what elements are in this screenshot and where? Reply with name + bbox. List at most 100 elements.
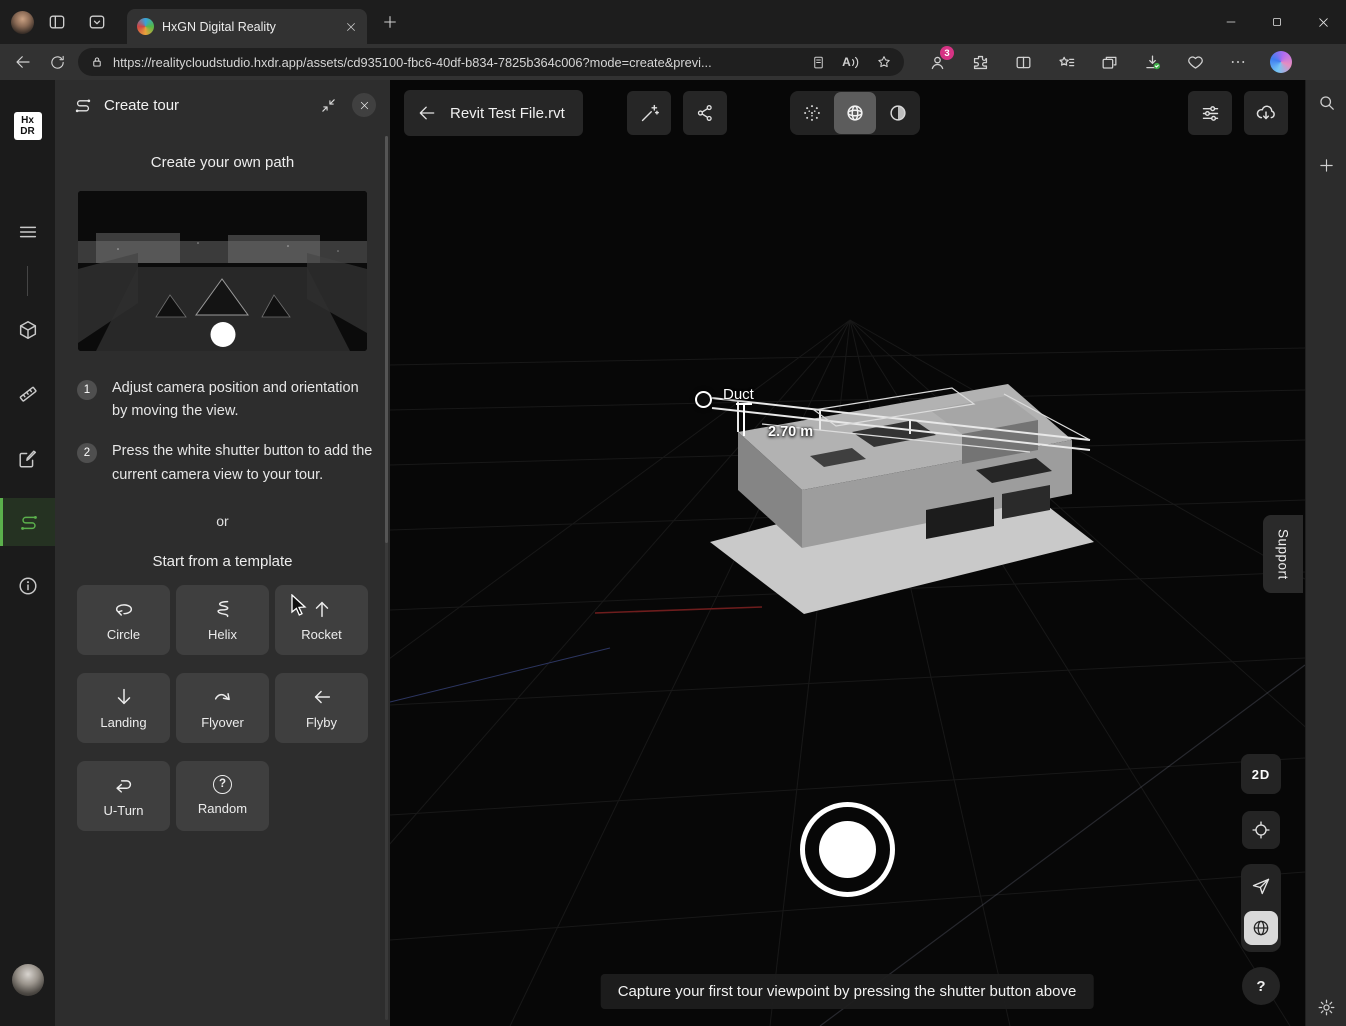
lock-icon [90, 55, 104, 69]
toggle-2d-button[interactable]: 2D [1241, 754, 1281, 794]
panel-scrollbar[interactable] [385, 136, 388, 1020]
maximize-button[interactable] [1254, 0, 1300, 44]
refresh-icon[interactable] [40, 47, 74, 77]
annotation-label[interactable]: Duct [723, 386, 754, 403]
template-circle-button[interactable]: Circle [77, 585, 170, 655]
extension-badge: 3 [940, 46, 954, 60]
template-random-button[interactable]: ? Random [176, 761, 269, 831]
cloud-download-icon [1255, 102, 1277, 124]
copilot-icon[interactable] [1264, 47, 1298, 77]
tour-preview-thumbnail[interactable] [78, 191, 367, 351]
read-aloud-icon[interactable]: A [840, 51, 862, 73]
app-content: HxDR [0, 80, 1346, 1026]
textured-sphere-icon [887, 102, 909, 124]
favorites-icon[interactable] [1049, 47, 1083, 77]
viewport-3d[interactable]: Revit Test File.rvt [390, 80, 1305, 1026]
mode-point-cloud-button[interactable] [791, 92, 834, 134]
collapse-panel-icon[interactable] [315, 92, 341, 118]
share-button[interactable] [683, 91, 727, 135]
browser-profile-avatar[interactable] [11, 11, 34, 34]
sidebar-settings-gear-icon[interactable] [1310, 991, 1342, 1023]
step-1-text: Adjust camera position and orientation b… [112, 377, 374, 423]
extensions-icon[interactable] [963, 47, 997, 77]
globe-view-button[interactable] [1244, 911, 1278, 945]
sidebar-item-assets[interactable] [8, 310, 48, 350]
address-bar[interactable]: https://realitycloudstudio.hxdr.app/asse… [78, 48, 904, 76]
favorite-star-icon[interactable] [876, 54, 892, 70]
arrow-up-icon [311, 598, 333, 620]
hamburger-icon [17, 221, 39, 243]
annotation-anchor[interactable] [695, 391, 712, 408]
support-tab[interactable]: Support [1263, 515, 1303, 593]
template-landing-button[interactable]: Landing [77, 673, 170, 743]
view-settings-button[interactable] [1188, 91, 1232, 135]
sidebar-divider [27, 266, 28, 296]
point-cloud-icon [801, 102, 823, 124]
locate-button[interactable] [1242, 811, 1280, 849]
arrow-left-icon [311, 686, 333, 708]
edge-sidebar-strip [1305, 80, 1346, 1026]
user-avatar[interactable] [12, 964, 44, 996]
tab-actions-icon[interactable] [80, 5, 114, 39]
measurement-label: 2.70 m [768, 424, 813, 440]
mode-textured-button[interactable] [876, 92, 919, 134]
sidebar-item-measure[interactable] [8, 374, 48, 414]
window-controls [1208, 0, 1346, 44]
tab-close-icon[interactable] [341, 17, 361, 37]
sidebar-add-icon[interactable] [1310, 149, 1342, 181]
template-rocket-button[interactable]: Rocket [275, 585, 368, 655]
tab-title: HxGN Digital Reality [162, 20, 333, 34]
viewport-back-button[interactable] [404, 90, 450, 136]
browser-tab[interactable]: HxGN Digital Reality [127, 9, 367, 44]
step-2-number: 2 [77, 443, 97, 463]
create-tour-panel: Create tour Create your own path [55, 80, 390, 1026]
navigation-control-group [1241, 864, 1281, 952]
template-uturn-button[interactable]: U-Turn [77, 761, 170, 831]
template-helix-button[interactable]: Helix [176, 585, 269, 655]
screen: HxGN Digital Reality [0, 0, 1346, 1026]
step-1: 1 Adjust camera position and orientation… [77, 377, 374, 423]
sidebar-item-markup[interactable] [8, 439, 48, 479]
download-asset-button[interactable] [1244, 91, 1288, 135]
template-flyover-button[interactable]: Flyover [176, 673, 269, 743]
circle-path-icon [113, 598, 135, 620]
browser-essentials-icon[interactable] [1178, 47, 1212, 77]
cube-icon [17, 319, 39, 341]
info-icon [17, 575, 39, 597]
fly-navigation-button[interactable] [1241, 864, 1281, 908]
page-actions-icon[interactable] [811, 55, 826, 70]
own-path-heading: Create your own path [55, 154, 390, 171]
downloads-icon[interactable] [1135, 47, 1169, 77]
close-window-button[interactable] [1300, 0, 1346, 44]
shutter-inner-circle [819, 821, 876, 878]
template-flyby-button[interactable]: Flyby [275, 673, 368, 743]
workspaces-icon[interactable] [40, 5, 74, 39]
capture-toast: Capture your first tour viewpoint by pre… [601, 974, 1094, 1009]
shutter-button[interactable] [800, 802, 895, 897]
collections-icon[interactable] [1092, 47, 1126, 77]
tour-route-icon [73, 95, 93, 115]
u-turn-icon [113, 774, 135, 796]
help-button[interactable]: ? [1242, 967, 1280, 1005]
close-panel-icon[interactable] [352, 93, 376, 117]
profile-badge-icon[interactable]: 3 [920, 47, 954, 77]
sidebar-item-tours[interactable] [0, 498, 55, 546]
magic-wand-icon [639, 103, 660, 124]
support-label: Support [1276, 529, 1291, 580]
tour-route-icon [18, 511, 40, 533]
template-heading: Start from a template [55, 553, 390, 570]
back-icon[interactable] [6, 47, 40, 77]
minimize-button[interactable] [1208, 0, 1254, 44]
new-tab-button[interactable] [375, 7, 405, 37]
magic-wand-button[interactable] [627, 91, 671, 135]
sidebar-item-menu[interactable] [8, 212, 48, 252]
split-screen-icon[interactable] [1006, 47, 1040, 77]
more-menu-icon[interactable] [1221, 47, 1255, 77]
url-text[interactable]: https://realitycloudstudio.hxdr.app/asse… [113, 55, 802, 70]
sidebar-item-info[interactable] [8, 566, 48, 606]
sidebar-search-icon[interactable] [1310, 86, 1342, 118]
file-title: Revit Test File.rvt [450, 105, 565, 122]
mode-mesh-button[interactable] [834, 92, 877, 134]
panel-header: Create tour [55, 80, 390, 130]
helix-icon [212, 598, 234, 620]
